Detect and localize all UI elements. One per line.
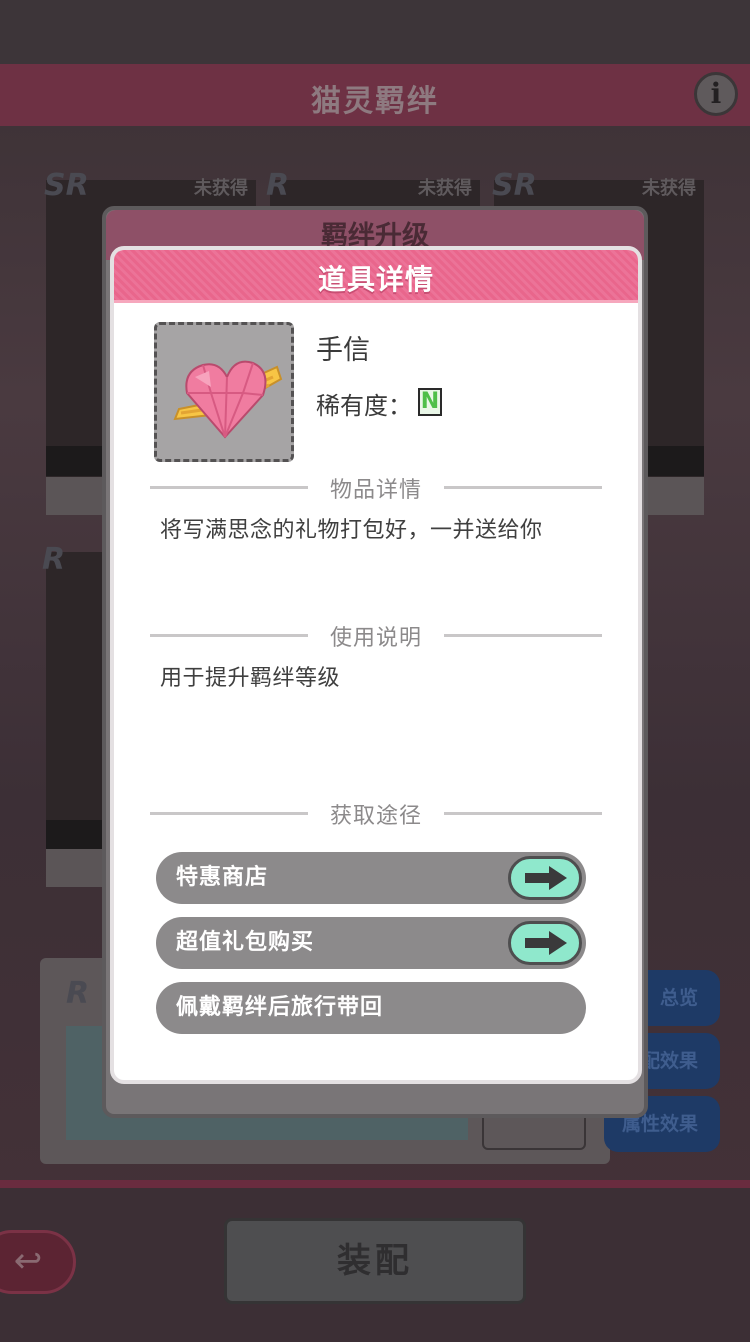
card-status: 未获得 <box>642 178 696 199</box>
top-scenery <box>0 0 750 70</box>
source-special-shop[interactable]: 特惠商店 <box>156 852 586 904</box>
divider <box>444 812 602 815</box>
dialog-title: 道具详情 <box>317 263 434 296</box>
rarity-badge: N <box>418 388 442 416</box>
source-label: 佩戴羁绊后旅行带回 <box>176 995 384 1020</box>
winged-heart-icon <box>173 360 283 439</box>
source-label: 特惠商店 <box>176 865 269 890</box>
source-value-pack[interactable]: 超值礼包购买 <box>156 917 586 969</box>
arrow-right-icon <box>525 931 567 955</box>
title-bar: 猫灵羁绊 <box>0 64 750 126</box>
card-rarity: SR <box>44 168 89 203</box>
section-header-details: 物品详情 <box>150 472 602 503</box>
usage-description: 用于提升羁绊等级 <box>160 666 341 691</box>
info-icon[interactable]: i <box>694 72 738 116</box>
card-rarity: SR <box>492 168 537 203</box>
screen-title: 猫灵羁绊 <box>311 84 439 119</box>
card-rarity: R <box>42 542 66 577</box>
card-rarity: R <box>266 168 290 203</box>
divider <box>444 486 602 489</box>
card-status: 未获得 <box>418 178 472 199</box>
go-button[interactable] <box>508 921 582 965</box>
section-header-source: 获取途径 <box>150 798 602 829</box>
item-name: 手信 <box>316 335 370 366</box>
source-label: 超值礼包购买 <box>176 930 315 955</box>
rarity-label: 稀有度： <box>316 392 412 420</box>
equip-button[interactable]: 装配 <box>224 1218 526 1304</box>
arrow-right-icon <box>525 866 567 890</box>
section-header-usage: 使用说明 <box>150 620 602 651</box>
dialog-header-stripe <box>114 300 638 303</box>
panel-rarity: R <box>66 976 90 1011</box>
item-detail-dialog: 道具详情 手信 稀有度： N 物品详情 将写满思念的礼物打包好，一并送给你 使用… <box>110 246 642 1084</box>
back-arrow-icon[interactable]: ↩ <box>0 1230 76 1294</box>
item-description: 将写满思念的礼物打包好，一并送给你 <box>160 518 543 543</box>
go-button[interactable] <box>508 856 582 900</box>
divider <box>444 634 602 637</box>
item-icon-frame <box>154 322 294 462</box>
source-travel: 佩戴羁绊后旅行带回 <box>156 982 586 1034</box>
card-status: 未获得 <box>194 178 248 199</box>
